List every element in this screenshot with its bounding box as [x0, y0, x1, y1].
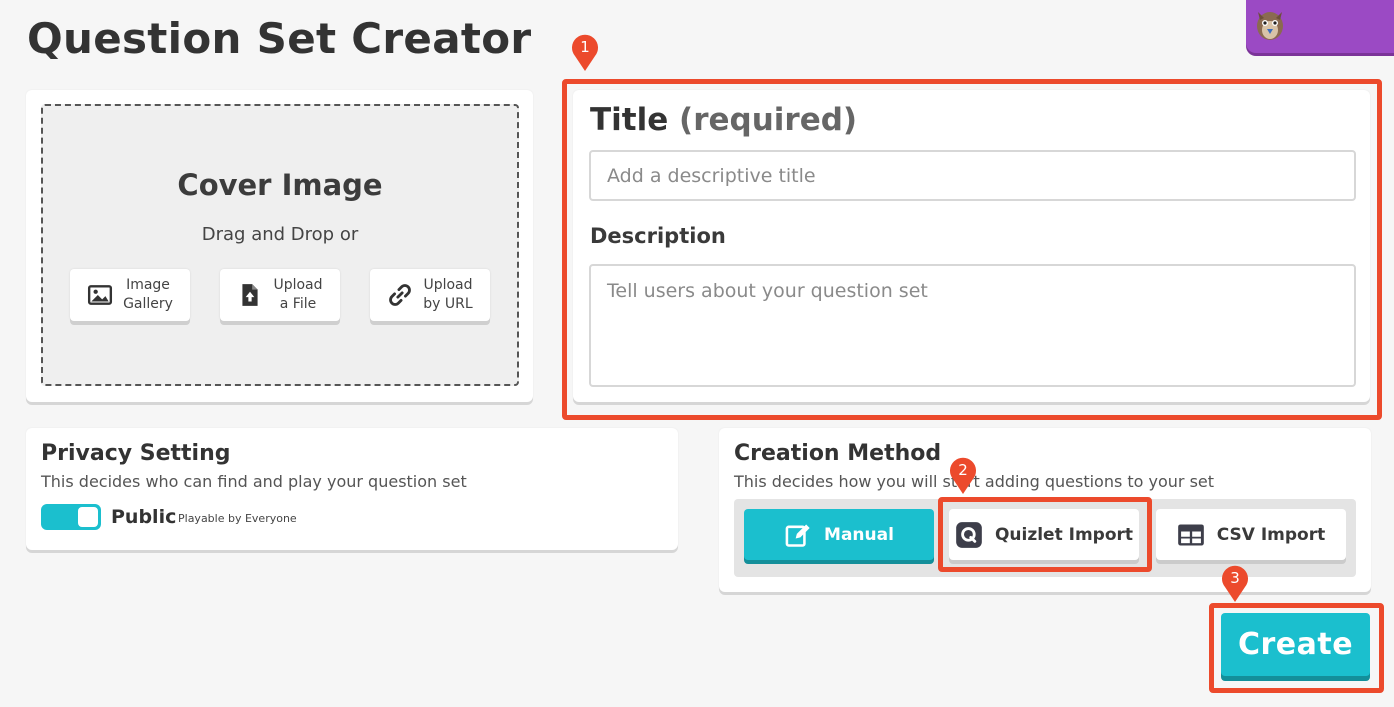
privacy-value-label: Public [111, 506, 177, 528]
annotation-marker-3: 3 [1220, 565, 1250, 603]
link-icon [389, 284, 412, 306]
privacy-value-sublabel: Playable by Everyone [178, 512, 297, 525]
question-set-creator-page: Question Set Creator Cover Image Drag an… [0, 0, 1394, 707]
upload-url-button[interactable]: Upload by URL [370, 269, 490, 321]
annotation-marker-1: 1 [570, 34, 600, 72]
creation-method-heading: Creation Method [734, 441, 942, 466]
privacy-setting-card: Privacy Setting This decides who can fin… [26, 428, 678, 550]
annotation-number-3: 3 [1230, 569, 1240, 587]
csv-import-button[interactable]: CSV Import [1156, 509, 1346, 560]
edit-icon [785, 524, 810, 547]
title-label: Title (required) [590, 102, 857, 138]
quizlet-import-button[interactable]: Quizlet Import [949, 509, 1139, 560]
annotation-marker-2: 2 [948, 457, 978, 495]
creation-method-card: Creation Method This decides how you wil… [719, 428, 1371, 592]
create-button[interactable]: Create [1221, 613, 1370, 676]
upload-file-label: Upload a File [273, 277, 323, 312]
cover-image-title: Cover Image [177, 168, 383, 202]
privacy-toggle[interactable] [41, 504, 101, 530]
profile-badge[interactable] [1246, 0, 1394, 53]
title-required-label: (required) [679, 102, 858, 138]
cover-image-card: Cover Image Drag and Drop or Image Galle… [26, 90, 533, 402]
description-label: Description [590, 224, 726, 248]
annotation-number-2: 2 [958, 461, 968, 479]
privacy-toggle-knob [78, 507, 98, 527]
annotation-number-1: 1 [580, 38, 590, 56]
image-gallery-button[interactable]: Image Gallery [70, 269, 190, 321]
image-icon [88, 285, 113, 305]
quizlet-import-label: Quizlet Import [994, 524, 1134, 545]
cover-image-subtitle: Drag and Drop or [201, 224, 359, 245]
creation-method-options: Manual Quizlet Import CSV Import [734, 499, 1356, 577]
avatar [1257, 12, 1283, 40]
privacy-description: This decides who can find and play your … [41, 472, 467, 491]
table-icon [1177, 524, 1204, 545]
csv-import-label: CSV Import [1216, 524, 1326, 545]
cover-image-dropzone[interactable]: Cover Image Drag and Drop or Image Galle… [41, 104, 519, 386]
upload-file-button[interactable]: Upload a File [220, 269, 340, 321]
quizlet-icon [956, 521, 982, 548]
description-input[interactable] [589, 264, 1356, 387]
title-input[interactable] [589, 150, 1356, 201]
file-upload-icon [242, 284, 259, 306]
privacy-heading: Privacy Setting [41, 441, 231, 466]
title-description-card: Title (required) Description [573, 90, 1370, 402]
image-gallery-label: Image Gallery [123, 277, 173, 312]
manual-method-label: Manual [824, 524, 894, 545]
page-title: Question Set Creator [27, 14, 532, 63]
upload-url-label: Upload by URL [423, 277, 473, 312]
manual-method-button[interactable]: Manual [744, 509, 934, 560]
title-label-text: Title [590, 102, 669, 138]
